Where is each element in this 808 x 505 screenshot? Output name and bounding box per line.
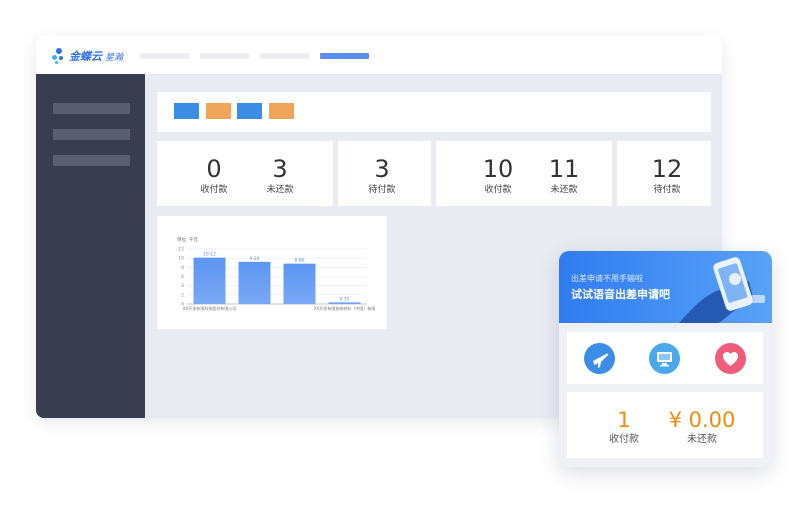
filter-chip-4[interactable] [269, 103, 294, 119]
chart-bar [193, 257, 226, 304]
logo-subtext: 星瀚 [105, 52, 124, 63]
chart-ylabel: 单位: 千元 [177, 236, 198, 243]
bar-chart: 单位: 千元02468101210.12XX开发有限科技股份有限公司9.20 8.… [177, 236, 375, 311]
airplane-icon[interactable] [584, 343, 615, 374]
chart-ytick: 10 [178, 256, 184, 262]
stat-label: 收付款 [609, 434, 639, 445]
chart-value-label: 9.20 [249, 256, 259, 262]
filter-chip-2[interactable] [206, 103, 231, 119]
stat-label: 待付款 [653, 185, 681, 195]
filter-toolbar [157, 92, 711, 132]
card-stats: 1 收付款 ¥ 0.00 未还款 [567, 392, 763, 458]
stat-label: 收付款 [484, 185, 512, 195]
chart-value-label: 8.80 [294, 258, 304, 264]
chart-category-label: XX开发有限科技股份有限公司 [183, 305, 236, 311]
heart-icon[interactable] [715, 343, 746, 374]
stat-unpaid[interactable]: 11 未还款 [534, 156, 594, 196]
top-bar: 金蝶云 星瀚 [36, 36, 722, 74]
stat-value: ¥ 0.00 [668, 408, 736, 432]
chart-category-label: XX开发有限装修材料（中国）有限 [314, 305, 375, 311]
nav-tab-3[interactable] [260, 53, 309, 59]
nav-tab-1[interactable] [140, 53, 189, 59]
stat-value: 0 [206, 155, 222, 183]
promo-banner[interactable]: 出差申请不用手输啦 试试语音出差申请吧 [559, 251, 772, 323]
chart-ytick: 12 [178, 247, 184, 253]
monitor-icon[interactable] [649, 343, 680, 374]
card-stat-unpaid[interactable]: ¥ 0.00 未还款 [667, 408, 737, 446]
stat-received[interactable]: 0 收付款 [184, 156, 244, 196]
chart-ytick: 2 [181, 292, 184, 298]
chart-bar [238, 261, 271, 304]
stat-label: 收付款 [200, 185, 228, 195]
stat-panel-1: 0 收付款 3 未还款 [157, 141, 333, 206]
chart-value-label: 0.35 [339, 296, 349, 302]
filter-chip-3[interactable] [237, 103, 262, 119]
sidebar-item-3[interactable] [53, 155, 130, 166]
nav-tab-2[interactable] [200, 53, 249, 59]
chart-value-label: 10.12 [203, 252, 216, 258]
stat-panel-4: 12 待付款 [617, 141, 711, 206]
stat-panel-3: 10 收付款 11 未还款 [436, 141, 612, 206]
stat-value: 3 [272, 155, 288, 183]
stat-pending[interactable]: 12 待付款 [637, 156, 697, 196]
stat-pending[interactable]: 3 待付款 [352, 156, 412, 196]
stat-value: 3 [374, 155, 390, 183]
stat-unpaid[interactable]: 3 未还款 [250, 156, 310, 196]
stat-label: 未还款 [687, 434, 717, 445]
bar-chart-panel: 单位: 千元 0 2 4 6 8 10 12 10.12 XX开发有限科技股份有限公司 9.20 8.… [157, 216, 387, 329]
chart-ytick: 4 [181, 283, 184, 289]
stat-label: 未还款 [550, 185, 578, 195]
chart-ytick: 8 [181, 265, 184, 271]
sidebar-item-1[interactable] [53, 103, 130, 114]
filter-chip-1[interactable] [174, 103, 199, 119]
stat-label: 待付款 [368, 185, 396, 195]
logo-mark-icon [52, 48, 66, 64]
logo-text: 金蝶云 [69, 50, 102, 63]
sidebar-item-2[interactable] [53, 129, 130, 140]
stat-value: 11 [548, 155, 580, 183]
stat-value: 12 [651, 155, 683, 183]
stat-value: 10 [482, 155, 514, 183]
stat-value: 1 [617, 408, 631, 432]
logo[interactable]: 金蝶云 星瀚 [52, 47, 123, 65]
chart-bar [283, 263, 316, 304]
phone-hand-illustration-icon [679, 257, 765, 323]
stat-panel-2: 3 待付款 [338, 141, 431, 206]
mobile-card: 出差申请不用手输啦 试试语音出差申请吧 1 收付款 ¥ 0.00 未还款 [559, 251, 772, 467]
quick-actions [567, 332, 763, 384]
sidebar [36, 74, 145, 418]
stat-label: 未还款 [266, 185, 294, 195]
card-stat-received[interactable]: 1 收付款 [599, 408, 649, 446]
chart-ytick: 6 [181, 274, 184, 280]
nav-tab-active[interactable] [320, 53, 369, 59]
chart-bar [328, 302, 361, 304]
stat-received[interactable]: 10 收付款 [468, 156, 528, 196]
